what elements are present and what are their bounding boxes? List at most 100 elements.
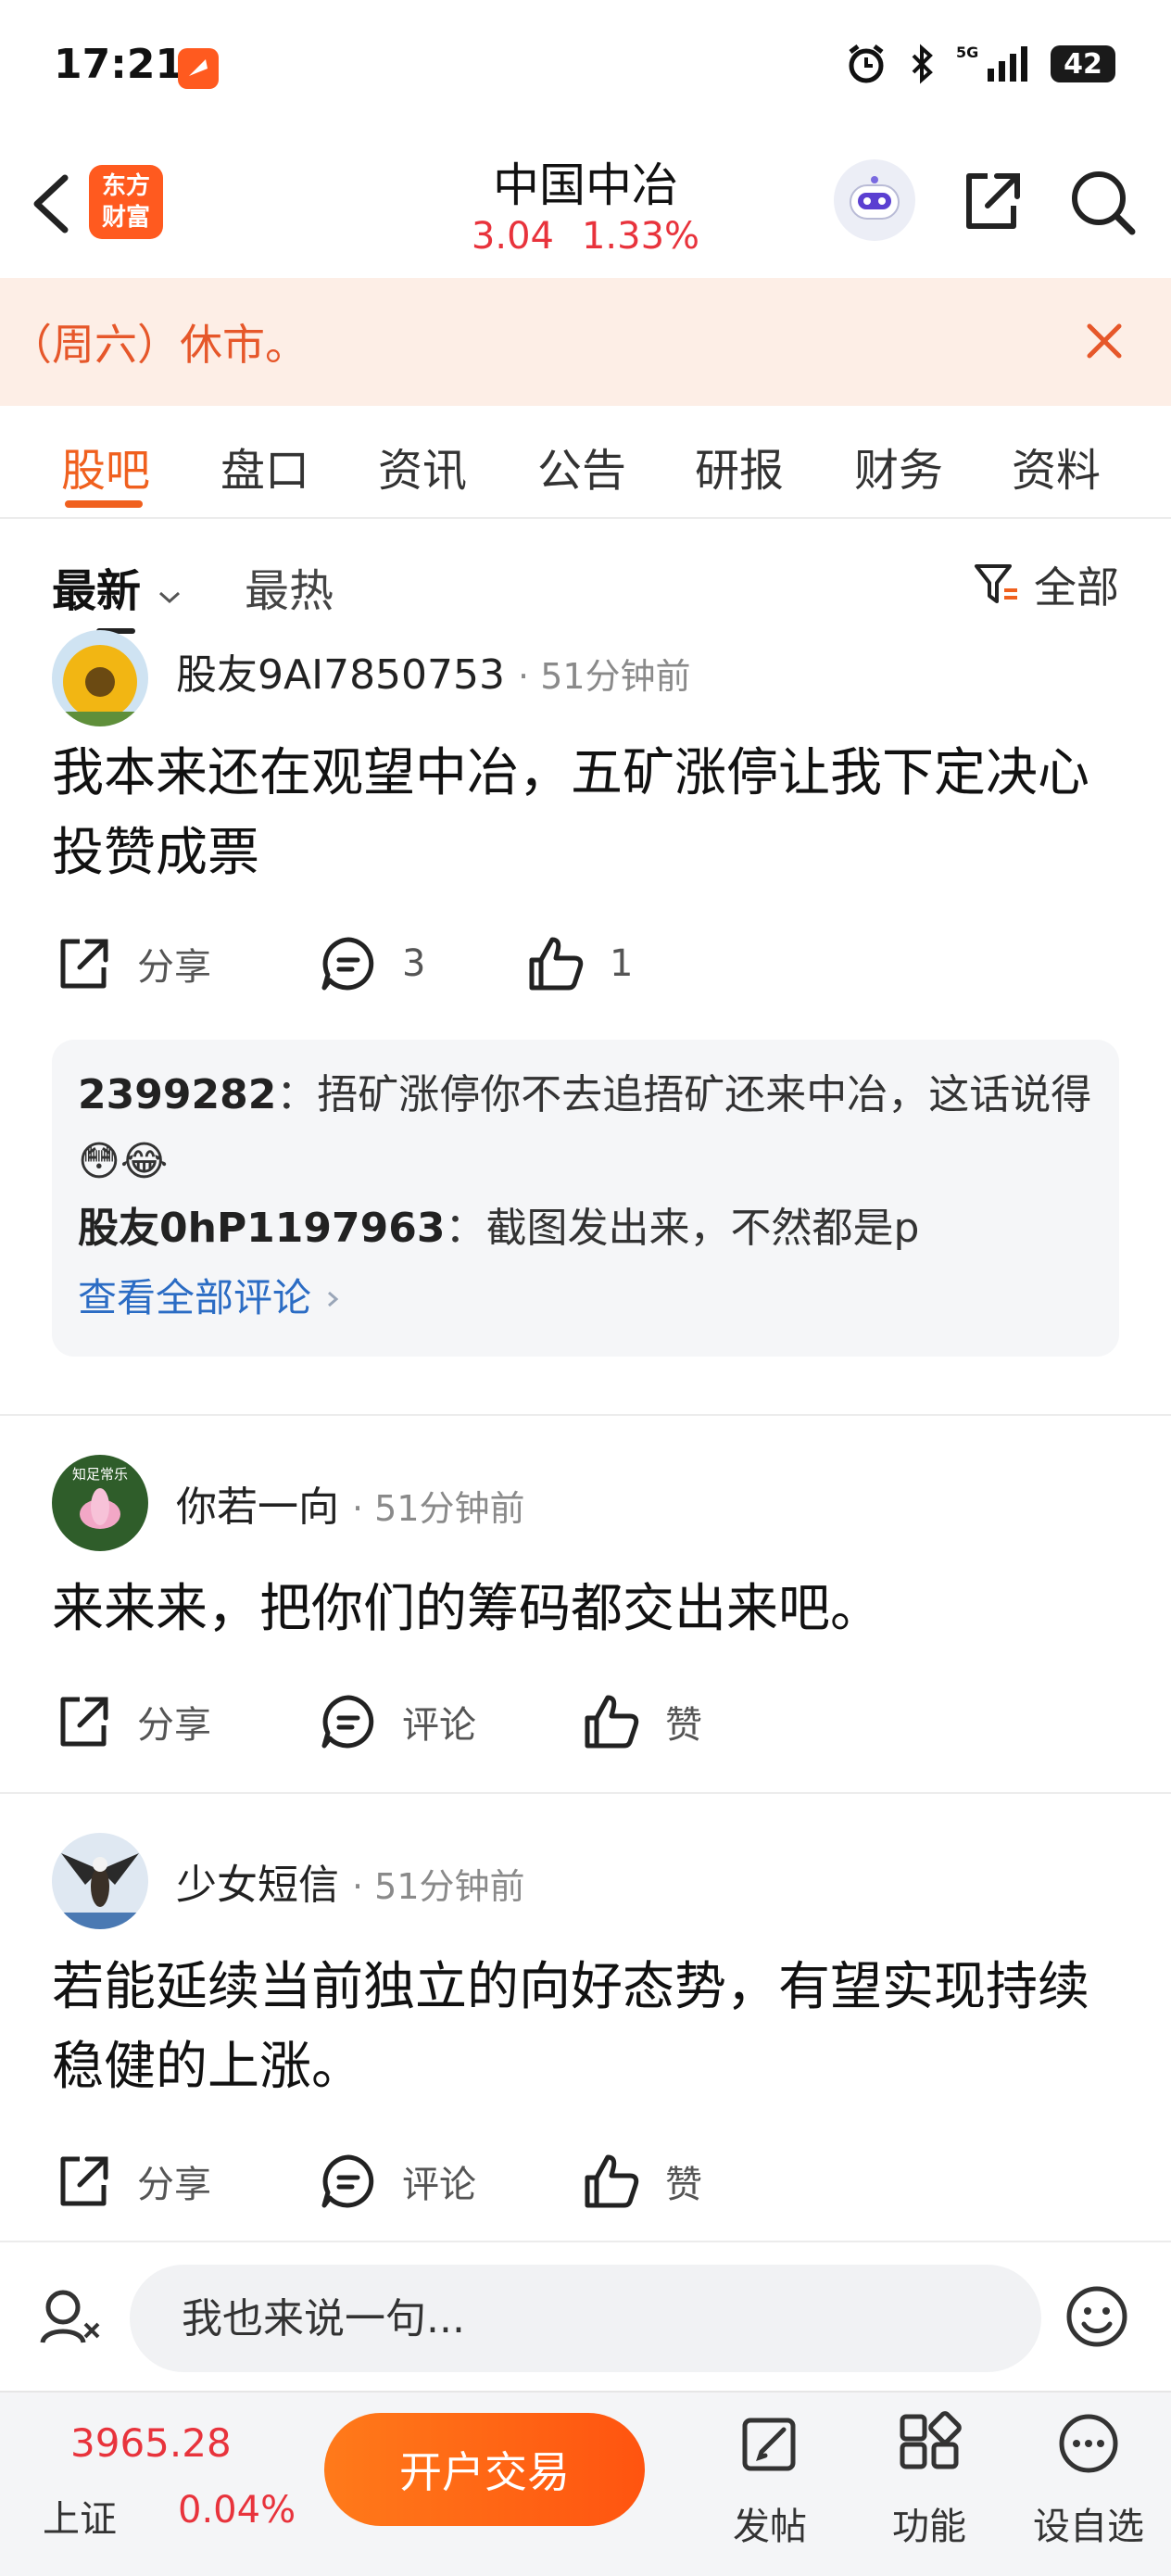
comment-icon: [321, 937, 374, 991]
comment-preview-item[interactable]: 2399282：捂矿涨停你不去追捂矿还来中冶，这话说得😳😂: [78, 1062, 1093, 1195]
avatar[interactable]: [52, 630, 148, 726]
post-body[interactable]: 来来来，把你们的筹码都交出来吧。: [52, 1570, 1127, 1649]
close-icon: [1087, 323, 1122, 359]
tab-bar: 股吧 盘口 资讯 公告 研报 财务 资料: [0, 406, 1171, 519]
tab-pankou[interactable]: 盘口: [220, 434, 309, 499]
bluetooth-icon: [912, 44, 933, 84]
like-action[interactable]: 赞: [582, 1692, 702, 1751]
comment-input[interactable]: [130, 2265, 1041, 2372]
comment-action[interactable]: 评论: [319, 1692, 476, 1751]
status-time: 17:21: [54, 41, 184, 88]
comments-preview[interactable]: 2399282：捂矿涨停你不去追捂矿还来中冶，这话说得😳😂 股友0hP11979…: [52, 1040, 1119, 1357]
edit-icon: [742, 2418, 796, 2471]
thumbs-up-icon: [529, 937, 584, 991]
tab-profile[interactable]: 资料: [1012, 434, 1101, 499]
search-icon: [1072, 171, 1136, 235]
sort-hot[interactable]: 最热: [245, 554, 334, 619]
tab-finance[interactable]: 财务: [854, 434, 943, 499]
sort-latest-dropdown[interactable]: 最新: [52, 554, 183, 619]
bottom-bar: 3965.28 上证 0.04% 开户交易 发帖 功能 设自选: [0, 2391, 1171, 2576]
alarm-icon: [849, 44, 884, 83]
share-action[interactable]: 分享: [54, 1692, 211, 1751]
filter-label: 全部: [1034, 562, 1119, 612]
voice-icon: [40, 2290, 100, 2343]
share-label: 分享: [137, 1704, 211, 1747]
tab-guba[interactable]: 股吧: [61, 434, 150, 499]
avatar[interactable]: [52, 1833, 148, 1929]
comment-user[interactable]: 股友0hP1197963: [78, 1205, 446, 1252]
nav-post-label: 发帖: [733, 2506, 807, 2548]
nav-functions[interactable]: 功能: [869, 2411, 989, 2550]
share-action[interactable]: 分享: [54, 2152, 211, 2211]
stock-header: 东方 财富 中国中冶 3.04 1.33%: [0, 139, 1171, 278]
battery-icon: 42: [1051, 45, 1115, 82]
comment-composer: [0, 2242, 1171, 2391]
filter-icon: [975, 564, 1017, 603]
comment-icon: [321, 1695, 374, 1749]
nav-add-watchlist[interactable]: 设自选: [1028, 2411, 1149, 2550]
comment-user[interactable]: 2399282: [78, 1071, 276, 1118]
emoji-icon: [1066, 2286, 1127, 2347]
search-button[interactable]: [1065, 165, 1140, 239]
comment-preview-item[interactable]: 股友0hP1197963：截图发出来，不然都是p: [78, 1195, 1093, 1262]
like-action[interactable]: 1: [526, 934, 633, 993]
sort-row: 最新 最热 全部: [0, 519, 1171, 634]
tab-news[interactable]: 资讯: [378, 434, 467, 499]
post-time: · 51分钟前: [352, 1488, 525, 1529]
stock-change-pct: 1.33%: [581, 215, 700, 258]
status-icons: 5G 42: [845, 43, 1115, 85]
post-divider: [0, 1414, 1171, 1416]
share-icon: [60, 2156, 108, 2206]
notice-text: （周六）休市。: [9, 320, 308, 370]
share-label: 分享: [137, 2164, 211, 2206]
robot-icon: [850, 176, 900, 220]
post-author[interactable]: 你若一向 · 51分钟前: [176, 1473, 525, 1533]
like-label: 赞: [665, 2164, 702, 2206]
post-author[interactable]: 少女短信 · 51分钟前: [176, 1851, 525, 1911]
index-change: 0.04%: [178, 2489, 296, 2532]
author-name: 少女短信: [176, 1862, 339, 1909]
grid-icon: [900, 2411, 962, 2469]
post-body[interactable]: 我本来还在观望中冶，五矿涨停让我下定决心投赞成票: [52, 734, 1127, 893]
filter-button[interactable]: 全部: [973, 554, 1119, 615]
sunflower-avatar-icon: [52, 630, 148, 726]
nav-post[interactable]: 发帖: [710, 2411, 830, 2550]
post-divider: [0, 1792, 1171, 1794]
more-icon: [1059, 2414, 1118, 2473]
tab-announcements[interactable]: 公告: [537, 434, 626, 499]
close-banner-button[interactable]: [1075, 311, 1134, 371]
author-name: 你若一向: [176, 1484, 339, 1531]
like-action[interactable]: 赞: [582, 2152, 702, 2211]
comment-count: 3: [402, 942, 426, 985]
tab-research[interactable]: 研报: [695, 434, 784, 499]
avatar-caption: 知足常乐: [72, 1466, 128, 1483]
share-action[interactable]: 分享: [54, 934, 211, 993]
thumbs-up-icon: [585, 1695, 639, 1749]
market-closed-banner: （周六）休市。: [0, 278, 1171, 406]
svg-text:5G: 5G: [956, 44, 978, 61]
signal-5g-icon: 5G: [956, 44, 1027, 82]
post-author[interactable]: 股友9AI7850753 · 51分钟前: [176, 641, 691, 701]
eagle-avatar-icon: [52, 1833, 148, 1929]
open-account-trade-button[interactable]: 开户交易: [324, 2413, 645, 2526]
comment-label: 评论: [402, 1704, 476, 1747]
ai-assistant-button[interactable]: [834, 159, 915, 241]
comment-text: ：截图发出来，不然都是p: [445, 1205, 920, 1252]
avatar[interactable]: 知足常乐: [52, 1455, 148, 1551]
nav-add-watchlist-label: 设自选: [1033, 2506, 1144, 2548]
post-time: · 51分钟前: [352, 1866, 525, 1907]
view-all-label: 查看全部评论: [78, 1275, 312, 1320]
status-bar: 17:21 5G 42: [0, 0, 1171, 139]
voice-input-button[interactable]: [37, 2283, 104, 2350]
view-all-comments-link[interactable]: 查看全部评论: [78, 1262, 1093, 1334]
lotus-avatar-icon: 知足常乐: [52, 1455, 148, 1551]
emoji-button[interactable]: [1064, 2283, 1130, 2350]
comment-action[interactable]: 3: [319, 934, 425, 993]
share-button[interactable]: [954, 165, 1028, 239]
post-body[interactable]: 若能延续当前独立的向好态势，有望实现持续稳健的上涨。: [52, 1948, 1127, 2107]
author-name: 股友9AI7850753: [176, 651, 506, 699]
active-tab-indicator: [65, 500, 143, 508]
comment-icon: [321, 2154, 374, 2208]
comment-action[interactable]: 评论: [319, 2152, 476, 2211]
comment-label: 评论: [402, 2164, 476, 2206]
